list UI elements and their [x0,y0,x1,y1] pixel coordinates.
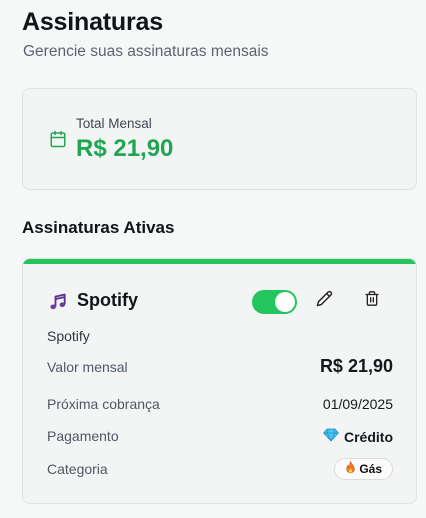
total-value: R$ 21,90 [76,135,174,162]
page-subtitle: Gerencie suas assinaturas mensais [23,43,269,60]
payment-label: Pagamento [47,428,119,444]
next-charge-label: Próxima cobrança [47,396,160,412]
category-row: Categoria Gás [47,458,393,480]
total-label: Total Mensal [76,116,152,131]
edit-button[interactable] [314,290,334,312]
payment-row: Pagamento Crédito [47,425,393,447]
pencil-icon [316,290,333,312]
card-accent-bar [23,259,416,264]
active-subscriptions-heading: Assinaturas Ativas [22,218,175,237]
trash-icon [364,290,380,312]
category-badge: Gás [334,458,393,480]
category-badge-label: Gás [359,462,382,476]
diamond-icon [323,428,339,446]
subscriptions-page: Assinaturas Gerencie suas assinaturas me… [0,0,426,518]
next-charge-row: Próxima cobrança 01/09/2025 [47,393,393,415]
subscription-description: Spotify [47,328,90,344]
active-toggle[interactable] [252,290,297,314]
calendar-icon [49,130,67,148]
subscription-card: Spotify Spotify Valor mensal R$ 21,90 Pr… [22,258,417,504]
next-charge-date: 01/09/2025 [322,396,393,412]
payment-method-label: Crédito [344,429,393,445]
fire-icon [345,460,356,477]
payment-method: Crédito [323,428,393,446]
delete-button[interactable] [362,291,382,311]
monthly-value: R$ 21,90 [319,356,393,376]
subscription-name: Spotify [77,290,138,310]
monthly-value-row: Valor mensal R$ 21,90 [47,356,393,378]
category-label: Categoria [47,461,108,477]
monthly-value-label: Valor mensal [47,359,128,375]
page-title: Assinaturas [22,8,163,36]
toggle-knob [275,292,295,312]
music-note-icon [48,292,68,312]
total-monthly-card: Total Mensal R$ 21,90 [22,88,417,190]
